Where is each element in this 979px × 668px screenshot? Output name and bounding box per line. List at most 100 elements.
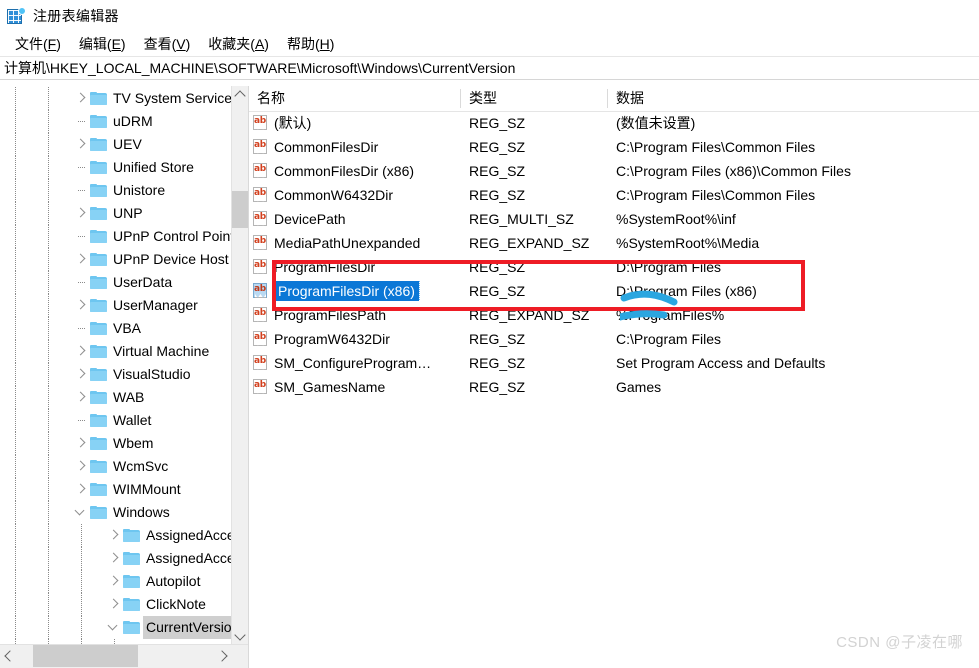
tree-item-label: VisualStudio <box>113 366 191 382</box>
value-row[interactable]: ab SM_GamesName REG_SZ Games <box>249 375 979 399</box>
tree-item-tv-system-services[interactable]: TV System Services <box>0 87 232 110</box>
tree-item-unp[interactable]: UNP <box>0 202 232 225</box>
chevron-right-icon[interactable] <box>73 294 90 317</box>
value-data-cell: %SystemRoot%\Media <box>616 235 760 251</box>
tree-item-wcmsvc[interactable]: WcmSvc <box>0 455 232 478</box>
tree-item-unified-store[interactable]: Unified Store <box>0 156 232 179</box>
value-name-cell: ab MediaPathUnexpanded <box>249 234 461 252</box>
menu-item-2[interactable]: 编辑(E) <box>70 32 135 56</box>
tree-item-clicknote[interactable]: ClickNote <box>0 593 232 616</box>
chevron-right-icon[interactable] <box>106 593 123 616</box>
tree-item-userdata[interactable]: UserData <box>0 271 232 294</box>
registry-values-pane: 名称 类型 数据 ab (默认) REG_SZ (数值未设置) ab CommonFile… <box>249 86 979 668</box>
value-type-cell: REG_SZ <box>469 379 526 395</box>
tree-item-assignedaccessco[interactable]: AssignedAccessCo <box>0 524 232 547</box>
registry-path-text: 计算机\HKEY_LOCAL_MACHINE\SOFTWARE\Microsof… <box>4 60 516 76</box>
tree-item-upnp-control-point[interactable]: UPnP Control Point <box>0 225 232 248</box>
value-row[interactable]: ab CommonFilesDir REG_SZ C:\Program Files\C… <box>249 135 979 159</box>
chevron-right-icon[interactable] <box>73 340 90 363</box>
menu-item-5[interactable]: 帮助(H) <box>278 32 343 56</box>
scroll-up-icon[interactable] <box>232 86 248 103</box>
value-row[interactable]: ab CommonW6432Dir REG_SZ C:\Program Files\C… <box>249 183 979 207</box>
chevron-right-icon[interactable] <box>73 87 90 110</box>
value-row[interactable]: ab ProgramFilesDir (x86) REG_SZ D:\Program … <box>249 279 979 303</box>
folder-icon <box>90 506 107 519</box>
tree-item-unistore[interactable]: Unistore <box>0 179 232 202</box>
tree-item-wbem[interactable]: Wbem <box>0 432 232 455</box>
value-row[interactable]: ab ProgramW6432Dir REG_SZ C:\Program Files <box>249 327 979 351</box>
tree-item-virtual-machine[interactable]: Virtual Machine <box>0 340 232 363</box>
folder-icon <box>90 138 107 151</box>
folder-icon <box>123 575 140 588</box>
tree-item-autopilot[interactable]: Autopilot <box>0 570 232 593</box>
tree-item-wimmount[interactable]: WIMMount <box>0 478 232 501</box>
chevron-right-icon[interactable] <box>73 386 90 409</box>
menu-item-4[interactable]: 收藏夹(A) <box>199 32 278 56</box>
tree-item-visualstudio[interactable]: VisualStudio <box>0 363 232 386</box>
tree-horizontal-scrollbar[interactable] <box>0 644 248 668</box>
value-type-cell: REG_MULTI_SZ <box>469 211 574 227</box>
chevron-right-icon[interactable] <box>73 202 90 225</box>
column-header-type[interactable]: 类型 <box>461 86 608 111</box>
tree-item-assignedaccesscs[interactable]: AssignedAccessCs <box>0 547 232 570</box>
value-name-cell: ab CommonW6432Dir <box>249 186 461 204</box>
tree-leaf-stub-icon <box>73 110 90 133</box>
chevron-right-icon[interactable] <box>73 133 90 156</box>
registry-values-list: ab (默认) REG_SZ (数值未设置) ab CommonFilesDir REG_S… <box>249 111 979 668</box>
tree-item-wab[interactable]: WAB <box>0 386 232 409</box>
tree-item-usermanager[interactable]: UserManager <box>0 294 232 317</box>
value-row[interactable]: ab (默认) REG_SZ (数值未设置) <box>249 111 979 135</box>
tree-vertical-scrollbar[interactable] <box>231 86 248 645</box>
value-row[interactable]: ab CommonFilesDir (x86) REG_SZ C:\Program F… <box>249 159 979 183</box>
chevron-right-icon[interactable] <box>73 248 90 271</box>
tree-item-upnp-device-host[interactable]: UPnP Device Host <box>0 248 232 271</box>
folder-icon <box>90 483 107 496</box>
value-row[interactable]: ab SM_ConfigureProgram… REG_SZ Set Program … <box>249 351 979 375</box>
value-name-cell: ab SM_ConfigureProgram… <box>249 354 461 372</box>
tree-item-label: UPnP Device Host <box>113 251 229 267</box>
chevron-right-icon[interactable] <box>73 363 90 386</box>
menu-item-3[interactable]: 查看(V) <box>135 32 200 56</box>
scroll-down-icon[interactable] <box>232 628 248 645</box>
tree-item-currentversion[interactable]: CurrentVersion <box>0 616 232 639</box>
folder-icon <box>123 598 140 611</box>
value-data-cell: %ProgramFiles% <box>616 307 725 323</box>
value-row[interactable]: ab MediaPathUnexpanded REG_EXPAND_SZ %Syste… <box>249 231 979 255</box>
menu-item-1[interactable]: 文件(F) <box>6 32 70 56</box>
tree-item-vba[interactable]: VBA <box>0 317 232 340</box>
chevron-right-icon[interactable] <box>73 455 90 478</box>
tree-item-wallet[interactable]: Wallet <box>0 409 232 432</box>
tree-indent-spacer <box>0 340 73 363</box>
value-name-text: ProgramFilesDir (x86) <box>273 281 420 301</box>
folder-icon <box>90 253 107 266</box>
tree-item-uev[interactable]: UEV <box>0 133 232 156</box>
chevron-right-icon[interactable] <box>73 478 90 501</box>
tree-vertical-scroll-thumb[interactable] <box>232 191 248 228</box>
chevron-right-icon[interactable] <box>106 524 123 547</box>
scroll-left-icon[interactable] <box>0 645 17 667</box>
tree-horizontal-scroll-thumb[interactable] <box>33 645 138 667</box>
chevron-down-icon[interactable] <box>73 501 90 524</box>
tree-item-label: WIMMount <box>113 481 181 497</box>
chevron-right-icon[interactable] <box>73 432 90 455</box>
tree-indent-spacer <box>0 248 73 271</box>
column-header-data[interactable]: 数据 <box>608 86 979 111</box>
scroll-right-icon[interactable] <box>215 645 232 667</box>
tree-item-windows[interactable]: Windows <box>0 501 232 524</box>
address-bar[interactable]: 计算机\HKEY_LOCAL_MACHINE\SOFTWARE\Microsof… <box>0 56 979 80</box>
chevron-right-icon[interactable] <box>106 570 123 593</box>
value-row[interactable]: ab ProgramFilesPath REG_EXPAND_SZ %ProgramF… <box>249 303 979 327</box>
value-type-cell: REG_SZ <box>469 259 526 275</box>
string-value-icon: ab <box>253 163 268 179</box>
value-name-cell: ab CommonFilesDir (x86) <box>249 162 461 180</box>
tree-item-udrm[interactable]: uDRM <box>0 110 232 133</box>
value-data-cell: C:\Program Files\Common Files <box>616 139 816 155</box>
column-header-name[interactable]: 名称 <box>249 86 461 111</box>
tree-item-label: CurrentVersion <box>143 616 232 639</box>
value-row[interactable]: ab ProgramFilesDir REG_SZ D:\Program Files <box>249 255 979 279</box>
tree-item-label: UserManager <box>113 297 198 313</box>
value-row[interactable]: ab DevicePath REG_MULTI_SZ %SystemRoot%\inf <box>249 207 979 231</box>
string-value-icon: ab <box>253 139 268 155</box>
chevron-down-icon[interactable] <box>106 616 123 639</box>
chevron-right-icon[interactable] <box>106 547 123 570</box>
